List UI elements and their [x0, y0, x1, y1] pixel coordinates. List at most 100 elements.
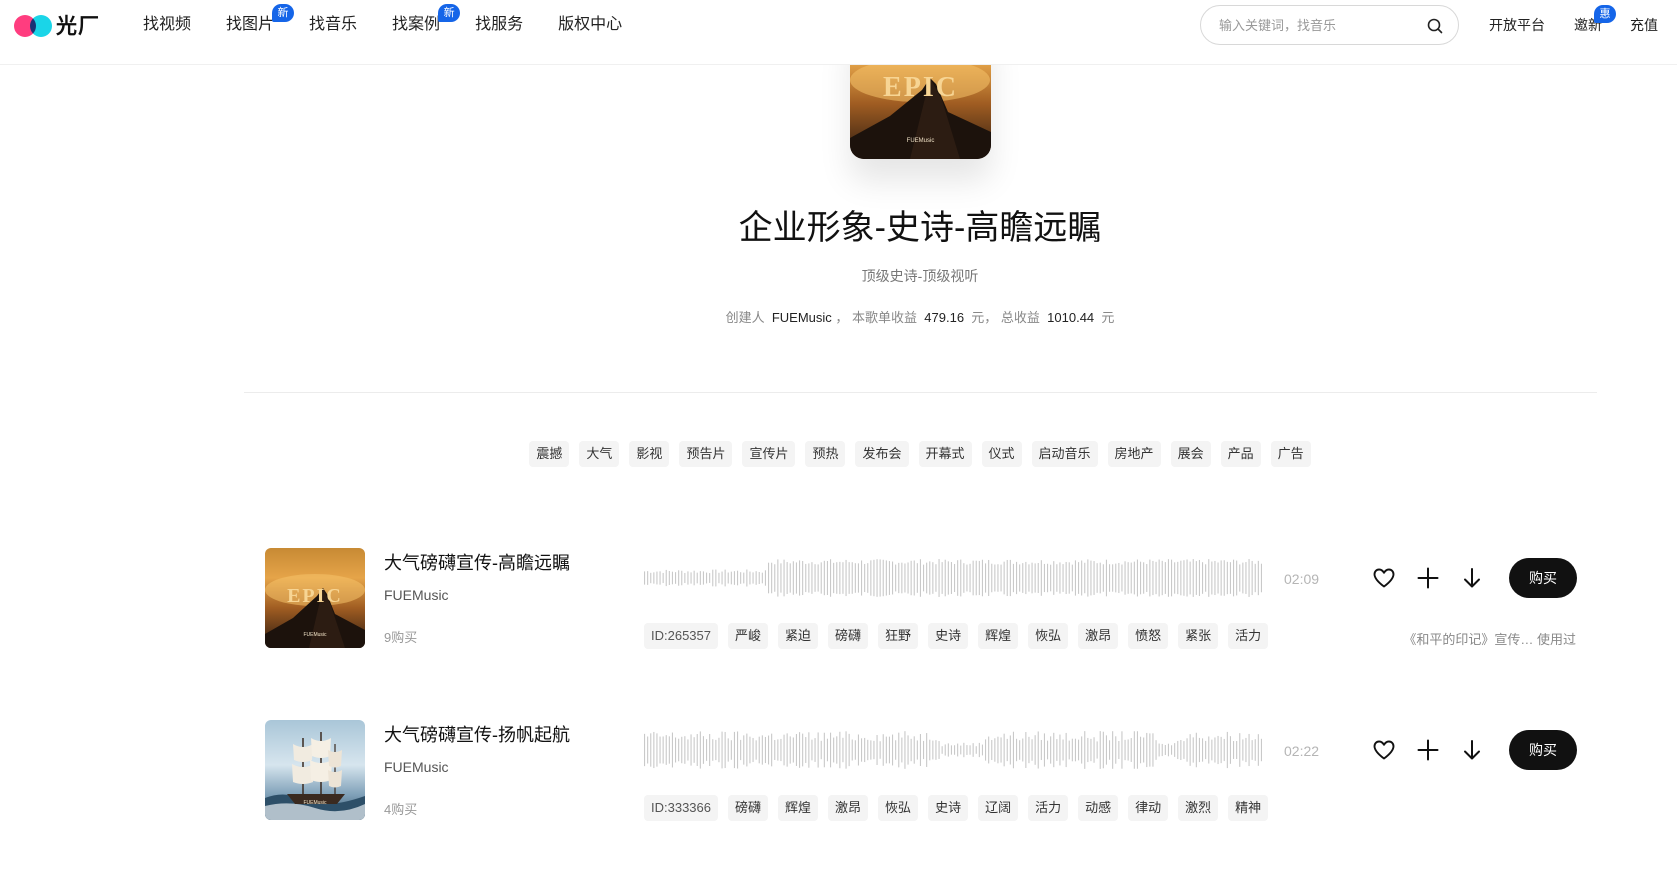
tag[interactable]: 预热 [805, 441, 846, 467]
waveform-bar [1028, 736, 1030, 764]
waveform-bar [1081, 736, 1083, 764]
waveform-bar [1053, 732, 1055, 768]
track-tag[interactable]: 辉煌 [978, 623, 1019, 649]
heart-icon[interactable] [1371, 565, 1397, 591]
nav-item-video[interactable]: 找视频 [143, 0, 191, 50]
track-tag[interactable]: 磅礴 [828, 623, 869, 649]
track-tag[interactable]: 精神 [1228, 795, 1269, 821]
waveform-bar [730, 740, 732, 760]
waveform-bar [857, 734, 859, 766]
waveform-bar [861, 738, 863, 762]
tag[interactable]: 发布会 [855, 441, 909, 467]
waveform-bar [733, 731, 735, 769]
waveform-bar [895, 564, 897, 592]
tag[interactable]: 大气 [579, 441, 620, 467]
waveform[interactable] [644, 558, 1266, 598]
track-tag[interactable]: 辽阔 [978, 795, 1019, 821]
discount-badge: 惠 [1594, 5, 1616, 23]
logo[interactable]: 光厂 [14, 12, 100, 38]
track-cover[interactable]: EPIC FUEMusic [265, 548, 365, 648]
waveform-bar [1149, 559, 1151, 597]
track-tag[interactable]: 紧张 [1178, 623, 1219, 649]
open-platform-link[interactable]: 开放平台 [1489, 0, 1545, 50]
waveform-bar [1205, 564, 1207, 592]
cover-brand: FUEMusic [303, 632, 327, 638]
waveform-bar [727, 738, 729, 762]
track-tag[interactable]: 史诗 [928, 623, 969, 649]
waveform-bar [699, 731, 701, 769]
track-tag[interactable]: 紧迫 [778, 623, 819, 649]
track-tag[interactable]: 恢弘 [878, 795, 919, 821]
track-title[interactable]: 大气磅礴宣传-扬帆起航 [384, 721, 570, 747]
plus-icon[interactable] [1415, 565, 1441, 591]
waveform-bar [1003, 561, 1005, 595]
tag[interactable]: 仪式 [981, 441, 1022, 467]
waveform-bar [740, 739, 742, 761]
nav-item-service[interactable]: 找服务 [475, 0, 523, 50]
waveform-bar [724, 731, 726, 769]
tag[interactable]: 启动音乐 [1031, 441, 1098, 467]
tag[interactable]: 影视 [629, 441, 670, 467]
heart-icon[interactable] [1371, 737, 1397, 763]
tag[interactable]: 预告片 [679, 441, 733, 467]
buy-button[interactable]: 购买 [1509, 730, 1577, 770]
waveform-bar [780, 738, 782, 762]
waveform-bar [1226, 731, 1228, 769]
track-title[interactable]: 大气磅礴宣传-高瞻远瞩 [384, 549, 570, 575]
track-artist[interactable]: FUEMusic [384, 759, 449, 775]
waveform-bar [929, 561, 931, 595]
track-tag[interactable]: 激昂 [1078, 623, 1119, 649]
waveform-bar [1229, 562, 1231, 594]
tag[interactable]: 宣传片 [742, 441, 796, 467]
nav-item-case[interactable]: 找案例新 [392, 0, 461, 50]
plus-icon[interactable] [1415, 737, 1441, 763]
track-tag[interactable]: 愤怒 [1128, 623, 1169, 649]
tag[interactable]: 广告 [1270, 441, 1311, 467]
waveform-bar [799, 560, 801, 596]
waveform-bar [876, 735, 878, 765]
track-tag[interactable]: 激烈 [1178, 795, 1219, 821]
track-tag[interactable]: 律动 [1128, 795, 1169, 821]
creator-name[interactable]: FUEMusic [772, 310, 832, 325]
search-icon[interactable] [1426, 17, 1444, 35]
tag[interactable]: 产品 [1220, 441, 1261, 467]
waveform-bar [851, 739, 853, 761]
track-tag[interactable]: 激昂 [828, 795, 869, 821]
nav-item-music[interactable]: 找音乐 [309, 0, 357, 50]
waveform-bar [1115, 563, 1117, 593]
search-input[interactable] [1219, 15, 1419, 35]
download-icon[interactable] [1459, 737, 1485, 763]
tag[interactable]: 开幕式 [918, 441, 972, 467]
waveform-bar [932, 562, 934, 594]
track-tag[interactable]: 磅礴 [728, 795, 769, 821]
track-cover[interactable]: FUEMusic [265, 720, 365, 820]
waveform-bar [743, 735, 745, 765]
waveform-bar [1217, 562, 1219, 594]
track-artist[interactable]: FUEMusic [384, 587, 449, 603]
waveform-bar [823, 732, 825, 768]
nav-item-copyright[interactable]: 版权中心 [558, 0, 622, 50]
waveform[interactable] [644, 730, 1266, 770]
used-by-case[interactable]: 《和平的印记》宣传… 使用过 [1403, 629, 1576, 648]
tag[interactable]: 展会 [1170, 441, 1211, 467]
waveform-bar [1078, 562, 1080, 594]
waveform-bar [749, 736, 751, 764]
track-tag[interactable]: 动感 [1078, 795, 1119, 821]
track-tag[interactable]: 史诗 [928, 795, 969, 821]
track-tag[interactable]: 严峻 [728, 623, 769, 649]
download-icon[interactable] [1459, 565, 1485, 591]
track-tag[interactable]: 狂野 [878, 623, 919, 649]
track-tag[interactable]: 活力 [1228, 623, 1269, 649]
track-tag[interactable]: 活力 [1028, 795, 1069, 821]
buy-button[interactable]: 购买 [1509, 558, 1577, 598]
tag[interactable]: 震撼 [529, 441, 570, 467]
track-tag[interactable]: 恢弘 [1028, 623, 1069, 649]
waveform-bar [1158, 559, 1160, 597]
playlist-meta: 创建人 FUEMusic ， 本歌单收益 479.16 元， 总收益 1010.… [0, 307, 1677, 326]
recharge-link[interactable]: 充值 [1630, 0, 1658, 50]
waveform-bar [696, 572, 698, 584]
invite-link[interactable]: 邀新 惠 [1574, 0, 1616, 50]
track-tag[interactable]: 辉煌 [778, 795, 819, 821]
tag[interactable]: 房地产 [1107, 441, 1161, 467]
nav-item-image[interactable]: 找图片新 [226, 0, 295, 50]
